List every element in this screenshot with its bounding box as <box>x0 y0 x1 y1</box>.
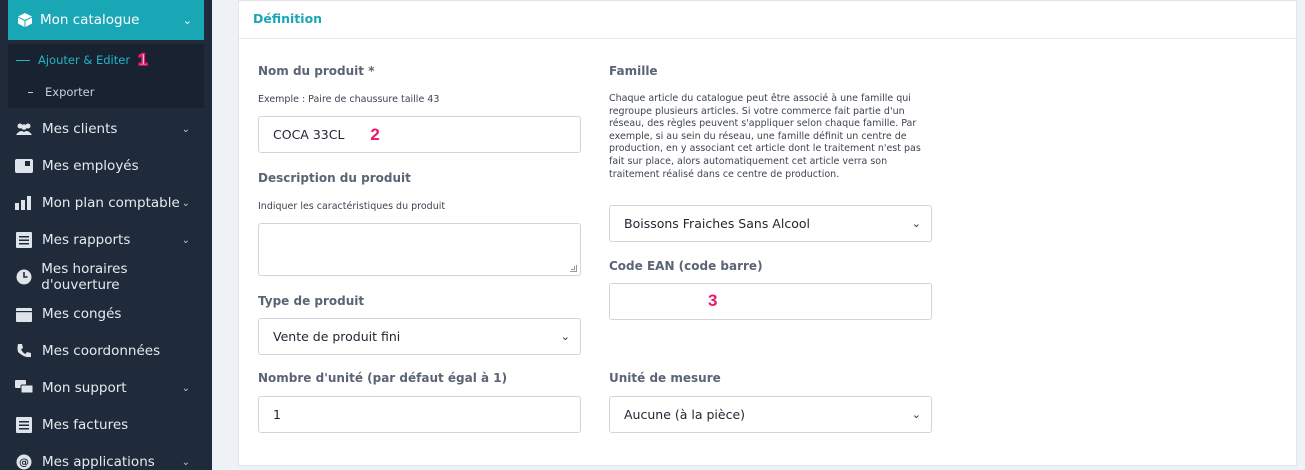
sidebar-subitem-exporter[interactable]: Exporter <box>8 76 204 108</box>
family-hint-line: traitement réalisé dans ce centre de pro… <box>609 168 840 180</box>
sidebar-item-plan-comptable[interactable]: Mon plan comptable ⌄ <box>14 185 204 221</box>
chevron-down-icon: ⌄ <box>911 217 921 230</box>
sidebar-item-catalogue[interactable]: Mon catalogue ⌄ <box>8 0 204 40</box>
chevron-down-icon: ⌄ <box>181 382 190 394</box>
sidebar-item-label: Mes clients <box>42 121 118 137</box>
chevron-down-icon: ⌄ <box>181 456 190 468</box>
sidebar-item-coordonnees[interactable]: Mes coordonnées <box>14 333 204 369</box>
sidebar-item-rapports[interactable]: Mes rapports ⌄ <box>14 222 204 258</box>
sidebar-item-conges[interactable]: Mes congés <box>14 296 204 332</box>
product-name-label: Nom du produit * <box>258 64 375 78</box>
product-type-select[interactable]: Vente de produit fini ⌄ <box>258 318 581 355</box>
users-icon <box>14 120 34 138</box>
unit-measure-value: Aucune (à la pièce) <box>624 407 746 422</box>
chevron-down-icon: ⌄ <box>181 197 190 209</box>
family-hint-line: fait sur place, alors automatiquement ce… <box>609 155 888 167</box>
definition-card: Définition Nom du produit * Exemple : Pa… <box>238 0 1297 466</box>
unit-measure-label: Unité de mesure <box>609 371 721 385</box>
family-hint-line: production, en y associant cet article d… <box>609 143 921 155</box>
family-hint-line: regroupe plusieurs articles. Si votre co… <box>609 105 905 117</box>
sidebar-item-label: Mes rapports <box>42 232 131 248</box>
phone-icon <box>14 342 34 360</box>
list-icon <box>14 231 34 249</box>
description-textarea[interactable] <box>258 223 581 276</box>
bar-chart-icon <box>14 194 34 212</box>
dash-icon <box>28 91 33 93</box>
product-name-hint: Exemple : Paire de chaussure taille 43 <box>258 94 440 105</box>
sidebar-subitem-ajouter-editer[interactable]: Ajouter & Editer 1 <box>8 44 204 76</box>
ean-label: Code EAN (code barre) <box>609 259 763 273</box>
chevron-down-icon: ⌄ <box>182 13 192 27</box>
dash-icon <box>16 59 30 61</box>
svg-text:@: @ <box>19 458 29 469</box>
annotation-badge: 2 <box>370 124 380 144</box>
sidebar-item-label: Mes employés <box>42 158 139 174</box>
family-hint-line: exemple, si au sein du réseau, une famil… <box>609 130 907 142</box>
invoice-icon <box>14 416 34 434</box>
product-name-value: COCA 33CL <box>273 127 345 142</box>
unit-count-input[interactable]: 1 <box>258 396 581 433</box>
sidebar-item-clients[interactable]: Mes clients ⌄ <box>14 111 204 147</box>
unit-count-value: 1 <box>273 407 281 422</box>
sidebar-subitem-label: Ajouter & Editer <box>38 53 131 67</box>
chat-icon <box>14 379 34 397</box>
card-title: Définition <box>253 11 323 26</box>
card-header: Définition <box>239 1 1296 39</box>
family-hint-line: réseau, des règles peuvent s'appliquer s… <box>609 118 917 130</box>
resize-handle-icon[interactable] <box>570 265 577 272</box>
product-type-value: Vente de produit fini <box>273 329 401 344</box>
sidebar-item-label: Mon support <box>42 380 127 396</box>
chevron-down-icon: ⌄ <box>181 123 190 135</box>
ean-input[interactable]: 3 <box>609 283 932 320</box>
clock-icon <box>14 268 33 286</box>
sidebar-item-label: Mon catalogue <box>40 12 140 28</box>
chevron-down-icon: ⌄ <box>560 330 570 343</box>
sidebar: Mon catalogue ⌄ Ajouter & Editer 1 Expor… <box>0 0 212 470</box>
box-icon <box>16 11 34 29</box>
sidebar-item-applications[interactable]: @ Mes applications ⌄ <box>14 444 204 470</box>
sidebar-item-employes[interactable]: Mes employés <box>14 148 204 184</box>
sidebar-item-label: Mes congés <box>42 306 122 322</box>
family-label: Famille <box>609 64 658 78</box>
unit-count-label: Nombre d'unité (par défaut égal à 1) <box>258 371 508 385</box>
annotation-badge: 1 <box>137 49 148 70</box>
sidebar-item-label: Mes horaires d'ouverture <box>41 261 128 293</box>
sidebar-item-label: Mes coordonnées <box>42 343 161 359</box>
family-select[interactable]: Boissons Fraiches Sans Alcool ⌄ <box>609 205 932 242</box>
calendar-icon <box>14 305 34 323</box>
sidebar-item-label: Mon plan comptable <box>42 195 180 211</box>
sidebar-item-factures[interactable]: Mes factures <box>14 407 204 443</box>
product-type-label: Type de produit <box>258 294 365 308</box>
sidebar-item-label: Mes factures <box>42 417 129 433</box>
sidebar-item-support[interactable]: Mon support ⌄ <box>14 370 204 406</box>
annotation-badge: 3 <box>708 291 718 310</box>
unit-measure-select[interactable]: Aucune (à la pièce) ⌄ <box>609 396 932 433</box>
at-icon: @ <box>14 453 34 470</box>
description-hint: Indiquer les caractéristiques du produit <box>258 201 446 212</box>
description-label: Description du produit <box>258 171 411 185</box>
chevron-down-icon: ⌄ <box>911 408 921 421</box>
family-hint-line: Chaque article du catalogue peut être as… <box>609 93 911 104</box>
product-name-input[interactable]: COCA 33CL 2 <box>258 116 581 153</box>
sidebar-subitem-label: Exporter <box>45 85 95 99</box>
sidebar-item-label: Mes applications <box>42 454 155 470</box>
id-card-icon <box>14 157 34 175</box>
family-value: Boissons Fraiches Sans Alcool <box>624 216 810 231</box>
chevron-down-icon: ⌄ <box>181 234 190 246</box>
family-hint: Chaque article du catalogue peut être as… <box>609 93 939 181</box>
sidebar-item-horaires[interactable]: Mes horaires d'ouverture <box>14 259 204 295</box>
